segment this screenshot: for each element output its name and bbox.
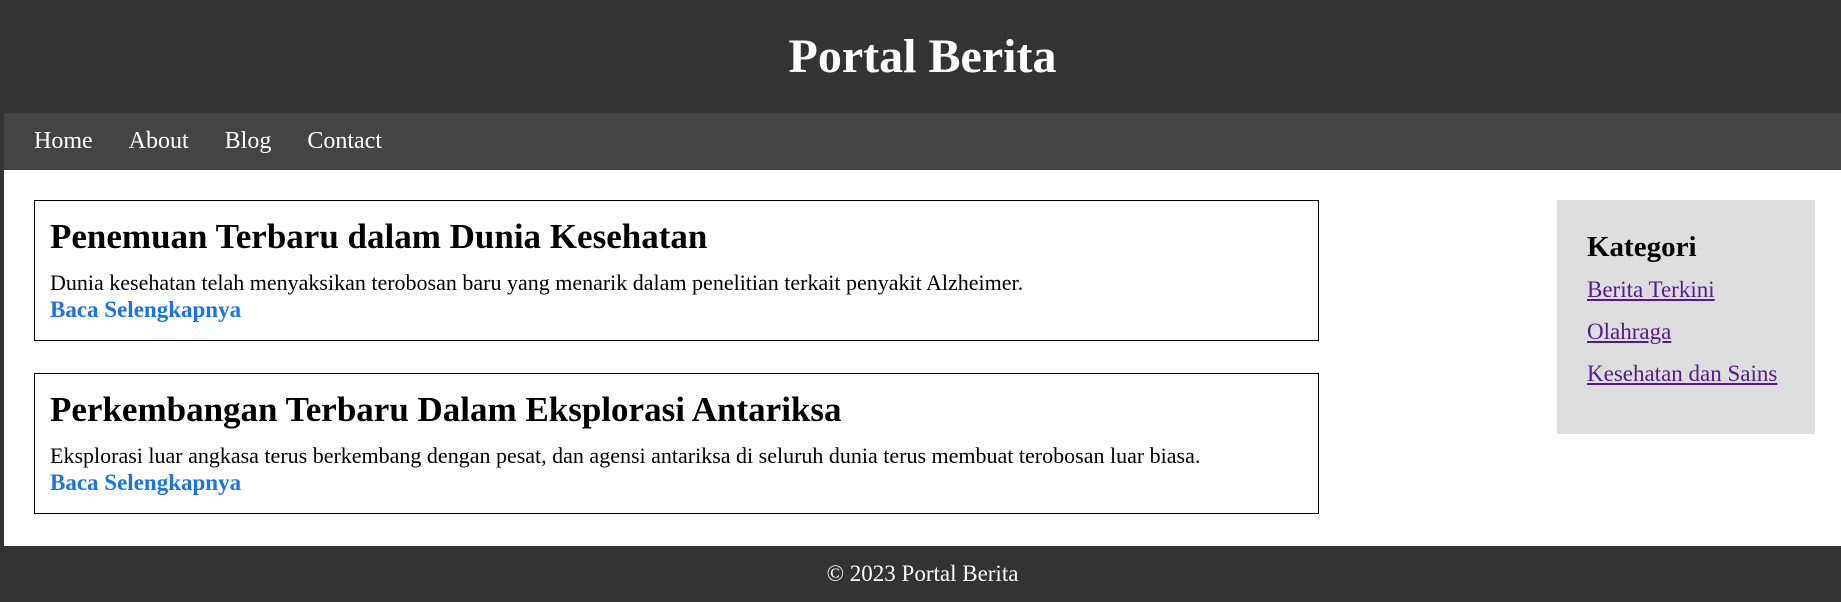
category-link-kesehatan-dan-sains[interactable]: Kesehatan dan Sains <box>1587 361 1777 386</box>
sidebar-title: Kategori <box>1587 231 1697 263</box>
site-footer: © 2023 Portal Berita <box>4 546 1841 600</box>
read-more-link[interactable]: Baca Selengkapnya <box>50 296 1303 323</box>
nav-link-about[interactable]: About <box>129 113 189 170</box>
main-content: Penemuan Terbaru dalam Dunia Kesehatan D… <box>4 170 1841 546</box>
category-item: Berita Terkini <box>1587 270 1815 312</box>
footer-copyright: © 2023 Portal Berita <box>826 561 1019 586</box>
article-card: Perkembangan Terbaru Dalam Eksplorasi An… <box>34 373 1319 514</box>
article-card: Penemuan Terbaru dalam Dunia Kesehatan D… <box>34 200 1319 341</box>
nav-link-contact[interactable]: Contact <box>307 113 382 170</box>
main-nav: Home About Blog Contact <box>4 113 1841 170</box>
site-title: Portal Berita <box>788 30 1057 83</box>
article-title: Penemuan Terbaru dalam Dunia Kesehatan <box>50 217 708 256</box>
category-item: Kesehatan dan Sains <box>1587 354 1815 396</box>
article-excerpt: Dunia kesehatan telah menyaksikan terobo… <box>50 270 1024 295</box>
site-header: Portal Berita <box>4 0 1841 113</box>
article-excerpt: Eksplorasi luar angkasa terus berkembang… <box>50 443 1201 468</box>
article-title: Perkembangan Terbaru Dalam Eksplorasi An… <box>50 390 842 429</box>
nav-link-blog[interactable]: Blog <box>225 113 272 170</box>
category-item: Olahraga <box>1587 312 1815 354</box>
nav-link-home[interactable]: Home <box>34 113 93 170</box>
category-sidebar: Kategori Berita Terkini Olahraga Kesehat… <box>1557 200 1815 434</box>
category-link-berita-terkini[interactable]: Berita Terkini <box>1587 277 1715 302</box>
category-link-olahraga[interactable]: Olahraga <box>1587 319 1671 344</box>
category-list: Berita Terkini Olahraga Kesehatan dan Sa… <box>1587 270 1815 396</box>
page: Portal Berita Home About Blog Contact Pe… <box>4 0 1841 600</box>
read-more-link[interactable]: Baca Selengkapnya <box>50 469 1303 496</box>
